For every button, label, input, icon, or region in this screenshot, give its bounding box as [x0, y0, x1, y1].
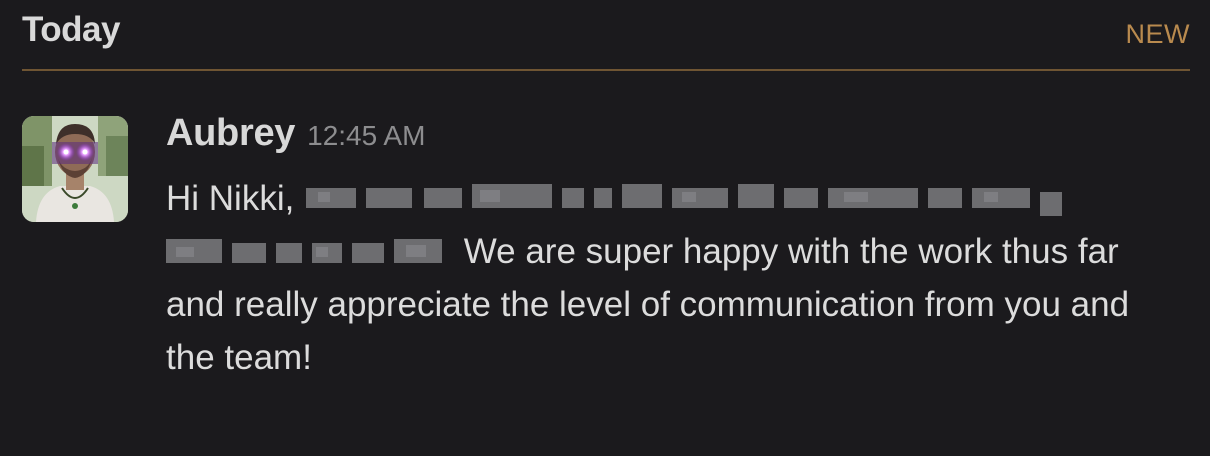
new-messages-divider-line [22, 69, 1190, 71]
message-body: Hi Nikki, We are super happy with the wo… [166, 172, 1166, 384]
avatar[interactable] [22, 116, 128, 222]
message-greeting: Hi Nikki, [166, 179, 295, 218]
message-timestamp[interactable]: 12:45 AM [307, 120, 425, 151]
day-label: Today [22, 10, 120, 49]
day-divider-header: Today NEW [22, 8, 1190, 70]
redacted-text-block [306, 184, 1063, 216]
redacted-text-block [166, 239, 442, 263]
message-header: Aubrey 12:45 AM [166, 112, 1166, 170]
message-pane: Today NEW Aubrey 12:45 AM Hi Nikki, We a… [0, 0, 1210, 456]
new-messages-badge: NEW [1125, 19, 1190, 49]
author-name[interactable]: Aubrey [166, 112, 295, 154]
message-item[interactable]: Aubrey 12:45 AM Hi Nikki, We are super h… [166, 112, 1166, 384]
user-photo-avatar-icon [22, 116, 128, 222]
